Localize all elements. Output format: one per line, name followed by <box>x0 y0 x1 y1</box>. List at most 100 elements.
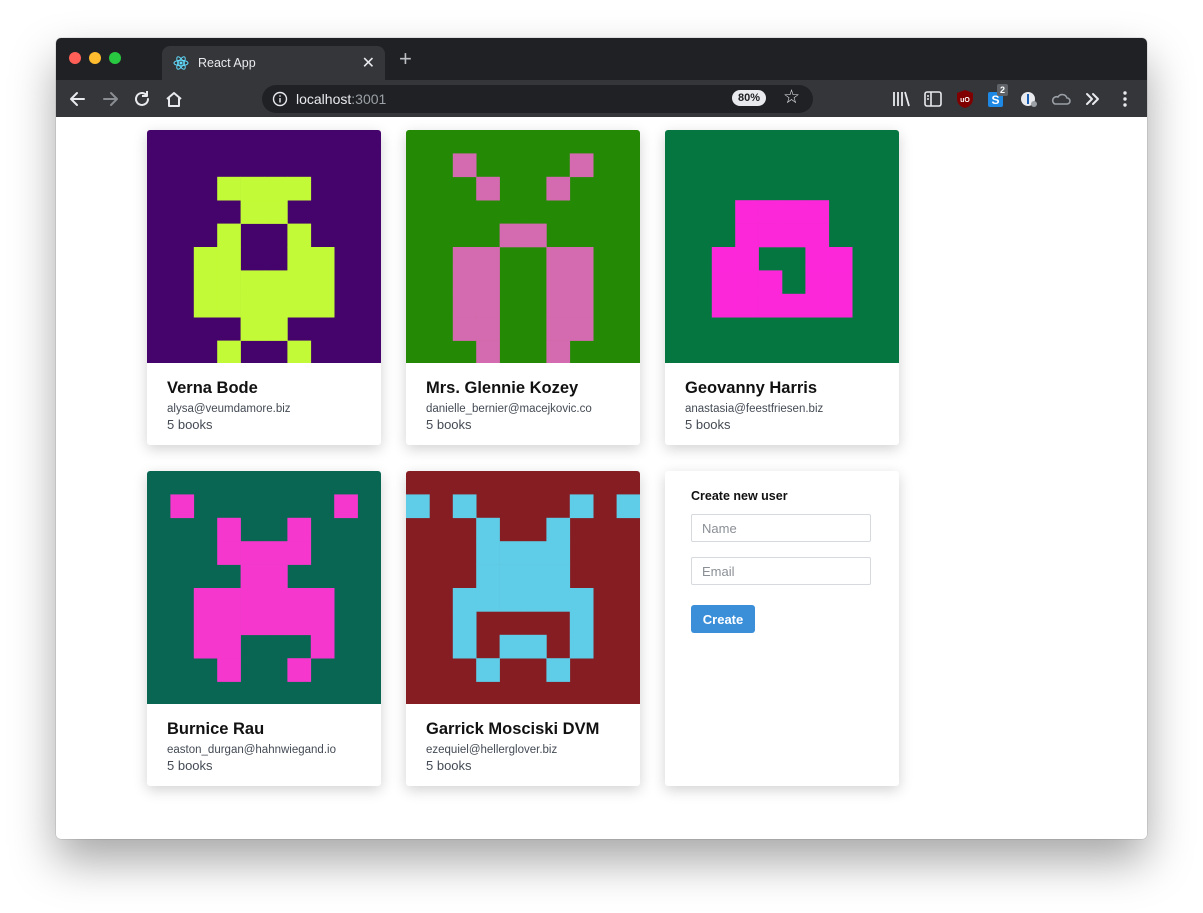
library-icon[interactable] <box>890 88 912 110</box>
zoom-badge[interactable]: 80% <box>732 90 767 106</box>
avatar-pixel <box>264 200 288 224</box>
ublock-origin-icon[interactable]: uO <box>954 88 976 110</box>
avatar-pixel <box>287 340 312 363</box>
user-name: Burnice Rau <box>167 720 265 738</box>
avatar-pixel <box>452 270 477 295</box>
avatar-pixel <box>287 176 312 201</box>
avatar-pixel <box>287 293 312 318</box>
sidebar-icon[interactable] <box>922 88 944 110</box>
avatar-pixel <box>758 223 783 248</box>
avatar-pixel <box>476 270 500 295</box>
avatar-pixel <box>452 611 477 636</box>
avatar-pixel <box>264 293 288 318</box>
user-card[interactable]: Geovanny Harris anastasia@feestfriesen.b… <box>665 130 899 445</box>
avatar-pixel <box>569 153 594 178</box>
avatar-pixel <box>217 611 241 636</box>
avatar-pixel <box>499 588 524 612</box>
user-card[interactable]: Mrs. Glennie Kozey danielle_bernier@mace… <box>406 130 640 445</box>
new-tab-plus-icon[interactable]: + <box>399 48 412 70</box>
avatar-pixel <box>287 588 312 612</box>
user-avatar <box>147 130 381 363</box>
avatar-pixel <box>452 293 477 318</box>
minimize-window-button[interactable] <box>89 52 101 64</box>
avatar-pixel <box>476 247 500 271</box>
avatar-pixel <box>217 293 241 318</box>
avatar-pixel <box>735 293 759 318</box>
info-icon[interactable] <box>272 91 288 107</box>
avatar-pixel <box>310 611 335 636</box>
url-text: localhost:3001 <box>296 91 386 107</box>
page-content: Verna Bode alysa@veumdamore.biz 5 books … <box>56 117 1147 839</box>
home-icon[interactable] <box>163 88 185 110</box>
avatar-pixel <box>711 293 736 318</box>
maximize-window-button[interactable] <box>109 52 121 64</box>
avatar-pixel <box>452 634 477 659</box>
avatar-pixel <box>217 223 241 248</box>
close-window-button[interactable] <box>69 52 81 64</box>
avatar-pixel <box>523 223 547 248</box>
user-book-count: 5 books <box>167 417 213 432</box>
address-bar[interactable]: localhost:3001 80% ☆ <box>262 85 813 113</box>
user-card[interactable]: Garrick Mosciski DVM ezequiel@hellerglov… <box>406 471 640 786</box>
avatar-pixel <box>406 494 430 519</box>
user-email: anastasia@feestfriesen.biz <box>685 403 824 415</box>
avatar-pixel <box>711 270 736 295</box>
avatar-pixel <box>310 270 335 295</box>
name-input[interactable] <box>691 514 871 542</box>
user-name: Garrick Mosciski DVM <box>426 720 600 738</box>
avatar-pixel <box>193 247 218 271</box>
avatar-pixel <box>217 541 241 565</box>
user-avatar <box>406 471 640 704</box>
avatar-pixel <box>782 293 806 318</box>
avatar-pixel <box>569 270 594 295</box>
avatar-pixel <box>476 517 500 542</box>
create-user-title: Create new user <box>691 489 788 503</box>
avatar-pixel <box>264 270 288 295</box>
avatar-pixel <box>523 564 547 589</box>
create-button[interactable]: Create <box>691 605 755 633</box>
avatar-pixel <box>828 293 853 318</box>
back-arrow-icon[interactable] <box>67 88 89 110</box>
avatar-pixel <box>499 634 524 659</box>
avatar-pixel <box>264 564 288 589</box>
avatar-pixel <box>546 247 571 271</box>
avatar-pixel <box>758 200 783 224</box>
user-email: alysa@veumdamore.biz <box>167 403 291 415</box>
user-card[interactable]: Verna Bode alysa@veumdamore.biz 5 books <box>147 130 381 445</box>
user-name: Verna Bode <box>167 379 258 397</box>
create-user-card: Create new user Create <box>665 471 899 786</box>
avatar-pixel <box>476 317 500 341</box>
browser-window: React App ✕ + localhost:3001 80% ☆ uO S … <box>56 38 1147 839</box>
avatar-pixel <box>217 517 241 542</box>
menu-kebab-icon[interactable] <box>1114 88 1136 110</box>
avatar-pixel <box>476 293 500 318</box>
browser-tab[interactable]: React App ✕ <box>162 46 385 80</box>
avatar-pixel <box>217 176 241 201</box>
avatar-pixel <box>452 317 477 341</box>
avatar-pixel <box>217 247 241 271</box>
avatar-pixel <box>217 634 241 659</box>
avatar-pixel <box>310 247 335 271</box>
user-name: Geovanny Harris <box>685 379 818 397</box>
email-input[interactable] <box>691 557 871 585</box>
avatar-pixel <box>217 588 241 612</box>
avatar-pixel <box>193 270 218 295</box>
avatar-pixel <box>546 541 571 565</box>
browser-toolbar: localhost:3001 80% ☆ uO S 2 <box>56 80 1147 117</box>
tab-close-icon[interactable]: ✕ <box>362 53 375 73</box>
svg-text:uO: uO <box>960 97 970 104</box>
user-card[interactable]: Burnice Rau easton_durgan@hahnwiegand.io… <box>147 471 381 786</box>
avatar-pixel <box>310 634 335 659</box>
user-book-count: 5 books <box>167 758 213 773</box>
password-manager-icon[interactable] <box>1018 88 1040 110</box>
user-email: danielle_bernier@macejkovic.co <box>426 403 592 415</box>
cloud-extension-icon[interactable] <box>1050 88 1072 110</box>
avatar-pixel <box>546 658 571 682</box>
bookmark-star-icon[interactable]: ☆ <box>783 88 800 108</box>
extension-with-badge-icon[interactable]: S 2 <box>986 84 1009 110</box>
overflow-chevrons-icon[interactable] <box>1082 88 1104 110</box>
forward-arrow-icon[interactable] <box>99 88 121 110</box>
avatar-pixel <box>240 564 265 589</box>
avatar-pixel <box>569 634 594 659</box>
reload-icon[interactable] <box>131 88 153 110</box>
